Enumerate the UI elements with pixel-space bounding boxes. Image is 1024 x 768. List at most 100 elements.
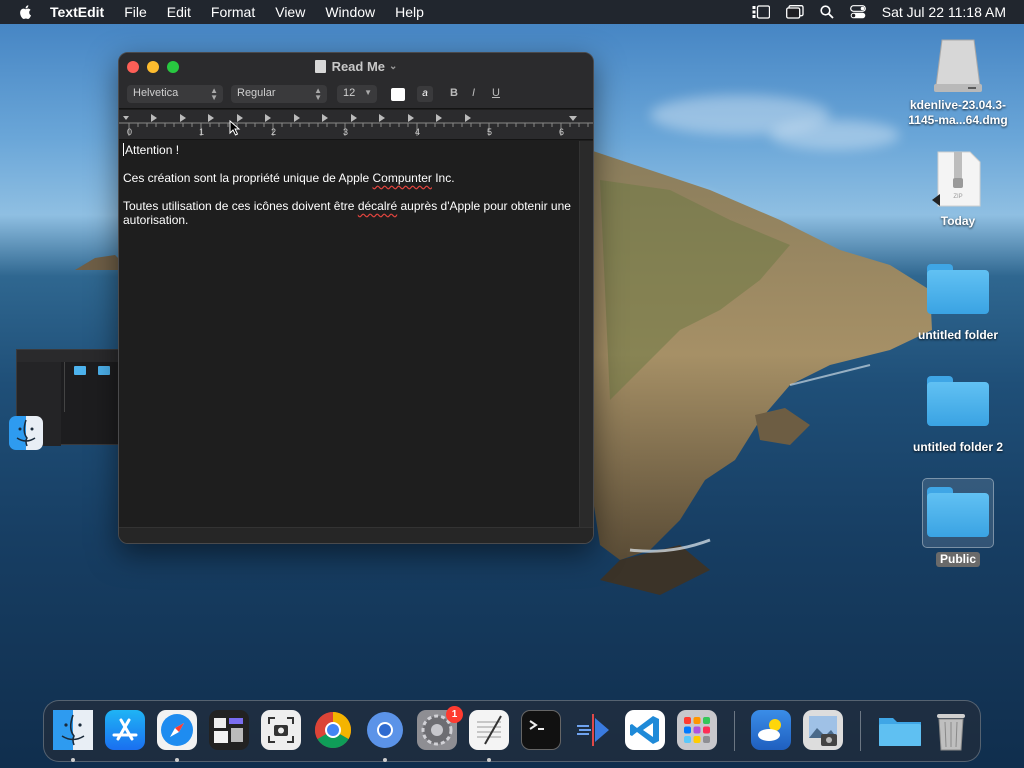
folder-icon [98, 366, 110, 375]
desktop-icon-label: Public [935, 552, 980, 567]
safari-icon[interactable] [157, 710, 197, 750]
font-size-select[interactable]: 12 ▼ [337, 85, 377, 103]
finder-icon[interactable] [53, 710, 93, 750]
menu-window[interactable]: Window [325, 4, 375, 20]
menu-edit[interactable]: Edit [167, 4, 191, 20]
chevron-down-icon: ⌄ [389, 61, 398, 73]
desktop-icon-dmg[interactable]: kdenlive-23.04.3-1145-ma...64.dmg [903, 36, 1013, 128]
disk-image-icon [934, 39, 982, 92]
screenshot-icon[interactable] [261, 710, 301, 750]
preview-icon[interactable] [803, 710, 843, 750]
textedit-window: Read Me ⌄ Helvetica ▲ ▼ Regular ▲ ▼ 12 ▼ a … [118, 52, 594, 544]
font-style-value: Regular [237, 87, 276, 99]
font-family-value: Helvetica [133, 87, 179, 99]
misspelled-word[interactable]: Compunter [373, 171, 432, 185]
stage-manager-icon[interactable] [752, 5, 770, 19]
launchpad-icon[interactable] [677, 710, 717, 750]
weather-icon[interactable] [751, 710, 791, 750]
apple-menu-icon[interactable] [18, 4, 34, 20]
notification-badge: 1 [446, 706, 463, 723]
ruler-ticks [119, 114, 593, 136]
menu-format[interactable]: Format [211, 4, 255, 20]
text-color-swatch[interactable] [391, 88, 405, 101]
font-style-select[interactable]: Regular ▲ ▼ [231, 85, 327, 103]
chevron-down-icon: ▼ [364, 88, 372, 97]
ruler-number: 1 [199, 127, 205, 137]
dock: 1 [43, 700, 981, 762]
ruler-number: 3 [343, 127, 349, 137]
misspelled-word[interactable]: décalré [358, 199, 397, 213]
folder-icon [927, 376, 989, 426]
mouse-cursor-icon [229, 120, 241, 136]
svg-text:ZIP: ZIP [953, 194, 962, 200]
underline-button[interactable]: U [492, 87, 500, 99]
text-caret [123, 143, 124, 156]
menu-file[interactable]: File [124, 4, 147, 20]
zip-archive-icon: ZIP [932, 151, 981, 207]
bold-button[interactable]: B [450, 87, 458, 99]
menu-clock[interactable]: Sat Jul 22 11:18 AM [882, 4, 1006, 20]
finder-icon[interactable] [9, 416, 43, 450]
selection-highlight [922, 478, 994, 548]
background-color-button[interactable]: a [417, 86, 433, 102]
control-center-icon[interactable] [849, 5, 866, 19]
textedit-icon[interactable] [469, 710, 509, 750]
desktop-icon-public[interactable]: Public [903, 478, 1013, 568]
dock-separator [860, 711, 861, 751]
running-indicator [383, 758, 387, 762]
italic-button[interactable]: I [472, 87, 475, 99]
terminal-icon[interactable] [521, 710, 561, 750]
chromium-icon[interactable] [365, 710, 405, 750]
desktop-icon-label: untitled folder 2 [913, 440, 1003, 454]
vertical-scrollbar[interactable] [579, 141, 593, 529]
app-store-icon[interactable] [105, 710, 145, 750]
chrome-icon[interactable] [313, 710, 353, 750]
running-indicator [487, 758, 491, 762]
document-text-area[interactable]: Attention ! Ces création sont la proprié… [119, 141, 579, 529]
text-line: Toutes utilisation de ces icônes doivent… [123, 199, 575, 227]
mission-control-icon[interactable] [209, 710, 249, 750]
vscode-icon[interactable] [625, 710, 665, 750]
desktop-icon-untitled-folder-2[interactable]: untitled folder 2 [903, 376, 1013, 455]
folder-icon [927, 264, 989, 314]
desktop-icon-label: untitled folder [918, 328, 998, 342]
running-indicator [175, 758, 179, 762]
stepper-arrows-icon: ▲ ▼ [210, 86, 218, 102]
text-segment: Toutes utilisation de ces icônes doivent… [123, 199, 358, 213]
window-title-text: Read Me [331, 59, 386, 75]
kdenlive-icon[interactable] [573, 710, 613, 750]
ruler-number: 0 [127, 127, 133, 137]
window-titlebar[interactable]: Read Me ⌄ Helvetica ▲ ▼ Regular ▲ ▼ 12 ▼ a … [119, 53, 593, 109]
text-segment: Ces création sont la propriété unique de… [123, 171, 373, 185]
font-size-value: 12 [343, 87, 356, 99]
ruler-number: 6 [559, 127, 565, 137]
text-line: Attention ! [123, 143, 575, 157]
font-family-select[interactable]: Helvetica ▲ ▼ [127, 85, 223, 103]
text-line-1: Attention ! [125, 143, 180, 157]
folder-icon [927, 487, 989, 537]
desktop-icon-label: Today [940, 214, 976, 228]
menu-help[interactable]: Help [395, 4, 424, 20]
system-preferences-icon[interactable]: 1 [417, 706, 463, 750]
screen-mirroring-icon[interactable] [785, 5, 804, 19]
running-indicator [71, 758, 75, 762]
ruler-number: 2 [271, 127, 277, 137]
ruler[interactable]: 0 1 2 3 4 5 6 [119, 110, 593, 140]
window-title[interactable]: Read Me ⌄ [119, 58, 593, 74]
menu-view[interactable]: View [275, 4, 305, 20]
dock-separator [734, 711, 735, 751]
text-line: Ces création sont la propriété unique de… [123, 171, 575, 185]
desktop-icon-today[interactable]: ZIP Today [903, 150, 1013, 229]
document-icon [314, 60, 326, 74]
ruler-number: 5 [487, 127, 493, 137]
stepper-arrows-icon: ▲ ▼ [314, 86, 322, 102]
spotlight-search-icon[interactable] [820, 5, 834, 19]
desktop-icon-untitled-folder[interactable]: untitled folder [903, 264, 1013, 343]
desktop-icon-label: kdenlive-23.04.3-1145-ma...64.dmg [908, 98, 1008, 127]
menu-app-name[interactable]: TextEdit [50, 4, 104, 20]
menu-bar: TextEdit File Edit Format View Window He… [0, 0, 1024, 24]
folder-icon[interactable] [877, 710, 921, 750]
horizontal-scrollbar[interactable] [119, 527, 593, 543]
trash-icon[interactable] [933, 710, 973, 751]
folder-icon [74, 366, 86, 375]
